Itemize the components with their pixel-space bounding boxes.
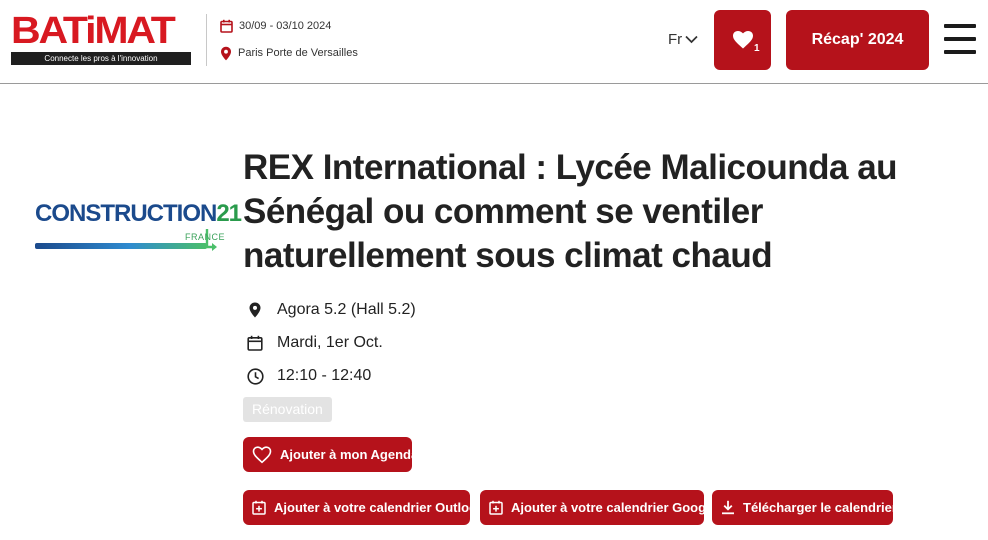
event-dates: 30/09 - 03/10 2024 [220,18,331,34]
event-date-text: Mardi, 1er Oct. [277,334,383,351]
event-place: Agora 5.2 (Hall 5.2) [246,299,416,321]
chevron-down-icon [685,35,698,44]
sponsor-name-number: 21 [216,200,242,227]
add-to-outlook-button[interactable]: Ajouter à votre calendrier Outlook [243,490,484,525]
category-tag[interactable]: Rénovation [243,397,332,422]
event-place-text: Agora 5.2 (Hall 5.2) [277,301,416,318]
batimat-logo[interactable]: BATiMAT Connecte les pros à l'innovation [11,12,191,66]
event-title: REX International : Lycée Malicounda au … [243,148,898,275]
add-to-agenda-button[interactable]: Ajouter à mon Agenda [243,437,418,472]
recap-button[interactable]: Récap' 2024 [786,10,929,70]
calendar-icon [220,19,233,33]
download-calendar-label: Télécharger le calendrier [743,500,897,515]
language-selector[interactable]: Fr [668,31,698,48]
calendar-plus-icon [489,500,503,515]
language-label: Fr [668,31,683,48]
logo-tagline: Connecte les pros à l'innovation [11,52,191,65]
site-header: BATiMAT Connecte les pros à l'innovation… [0,0,988,84]
event-time-text: 12:10 - 12:40 [277,367,372,384]
calendar-icon [247,335,263,351]
sponsor-wordmark: CONSTRUCTION21 [35,199,242,229]
heart-icon [732,31,753,49]
event-location-text: Paris Porte de Versailles [238,47,358,59]
logo-wordmark: BATiMAT [11,10,176,52]
event-date: Mardi, 1er Oct. [246,332,383,354]
sponsor-country: FRANCE [185,232,226,242]
sponsor-name-main: CONSTRUCTION [35,200,217,227]
map-pin-icon [249,302,261,318]
favorites-count-badge: 1 [754,43,760,54]
add-to-outlook-label: Ajouter à votre calendrier Outlook [274,500,485,515]
calendar-plus-icon [252,500,266,515]
clock-icon [246,367,264,385]
add-to-google-label: Ajouter à votre calendrier Google [511,500,717,515]
add-to-google-button[interactable]: Ajouter à votre calendrier Google [480,490,717,525]
download-icon [722,500,734,515]
event-dates-text: 30/09 - 03/10 2024 [239,20,332,32]
add-to-agenda-label: Ajouter à mon Agenda [280,447,419,462]
event-time: 12:10 - 12:40 [246,365,371,387]
sponsor-underline [35,243,207,249]
favorites-button[interactable]: 1 [714,10,771,70]
event-location: Paris Porte de Versailles [220,45,358,61]
heart-outline-icon [252,445,272,463]
header-divider [206,14,207,66]
map-pin-icon [221,46,231,60]
download-calendar-button[interactable]: Télécharger le calendrier [712,490,897,525]
hamburger-menu-icon[interactable] [944,24,976,54]
sponsor-logo[interactable]: CONSTRUCTION21 FRANCE [35,199,242,259]
